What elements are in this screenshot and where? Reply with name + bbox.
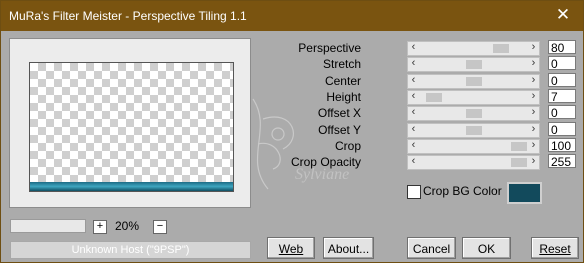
param-slider[interactable]: ‹ › xyxy=(407,138,540,154)
param-slider[interactable]: ‹ › xyxy=(407,122,540,138)
param-value-field[interactable]: 0 xyxy=(548,121,576,137)
chevron-right-icon[interactable]: › xyxy=(528,57,539,69)
chevron-right-icon[interactable]: › xyxy=(528,106,539,118)
window-title: MuRa's Filter Meister - Perspective Tili… xyxy=(9,9,247,23)
chevron-left-icon[interactable]: ‹ xyxy=(408,90,419,102)
web-button-label: Web xyxy=(278,242,304,256)
param-row-crop: Crop ‹ › 100 xyxy=(331,137,584,154)
param-value-field[interactable]: 100 xyxy=(548,137,576,153)
chevron-right-icon[interactable]: › xyxy=(528,123,539,135)
param-slider[interactable]: ‹ › xyxy=(407,41,540,56)
chevron-left-icon[interactable]: ‹ xyxy=(408,139,419,151)
param-label: Stretch xyxy=(322,57,361,72)
param-label: Height xyxy=(326,89,361,104)
param-value-field[interactable]: 80 xyxy=(548,40,576,55)
crop-bg-checkbox[interactable] xyxy=(407,185,421,199)
param-value-field[interactable]: 255 xyxy=(548,154,576,169)
chevron-left-icon[interactable]: ‹ xyxy=(408,57,419,69)
chevron-left-icon[interactable]: ‹ xyxy=(408,41,419,53)
slider-thumb[interactable] xyxy=(511,141,527,151)
param-slider[interactable]: ‹ › xyxy=(407,106,540,122)
param-slider[interactable]: ‹ › xyxy=(407,57,540,73)
slider-thumb[interactable] xyxy=(492,44,509,53)
chevron-left-icon[interactable]: ‹ xyxy=(408,123,419,135)
param-value-field[interactable]: 0 xyxy=(548,56,576,71)
chevron-right-icon[interactable]: › xyxy=(528,90,539,102)
slider-thumb[interactable] xyxy=(465,60,482,70)
param-slider[interactable]: ‹ › xyxy=(407,155,540,171)
zoom-out-button[interactable]: − xyxy=(153,220,167,234)
about-button[interactable]: About... xyxy=(323,237,374,259)
chevron-left-icon[interactable]: ‹ xyxy=(408,106,419,118)
chevron-right-icon[interactable]: › xyxy=(528,139,539,151)
param-row-center: Center ‹ › 0 xyxy=(325,72,584,89)
preview-canvas[interactable] xyxy=(29,62,234,192)
chevron-right-icon[interactable]: › xyxy=(528,155,539,167)
preview-water-strip xyxy=(30,182,233,191)
zoom-track[interactable] xyxy=(10,219,86,233)
param-label: Center xyxy=(324,73,361,88)
close-icon[interactable]: ✕ xyxy=(553,5,573,25)
param-row-crop-opacity: Crop Opacity ‹ › 255 xyxy=(291,154,584,171)
slider-thumb[interactable] xyxy=(426,92,443,102)
param-label: Offset X xyxy=(317,106,361,121)
param-label: Crop Opacity xyxy=(290,155,361,170)
param-value-field[interactable]: 7 xyxy=(548,88,576,104)
param-row-offset-y: Offset Y ‹ › 0 xyxy=(318,121,584,138)
param-slider[interactable]: ‹ › xyxy=(407,73,540,89)
param-value-field[interactable]: 0 xyxy=(548,72,576,88)
crop-bg-label: Crop BG Color xyxy=(423,184,502,198)
reset-button[interactable]: Reset xyxy=(531,237,579,259)
param-value-field[interactable]: 0 xyxy=(548,105,576,120)
crop-bg-color-swatch[interactable] xyxy=(507,182,542,204)
cancel-button[interactable]: Cancel xyxy=(407,237,456,259)
slider-thumb[interactable] xyxy=(465,76,482,86)
param-row-stretch: Stretch ‹ › 0 xyxy=(323,56,584,73)
chevron-right-icon[interactable]: › xyxy=(528,74,539,86)
slider-thumb[interactable] xyxy=(511,158,527,168)
dialog-window: MuRa's Filter Meister - Perspective Tili… xyxy=(0,0,584,263)
chevron-left-icon[interactable]: ‹ xyxy=(408,155,419,167)
param-row-offset-x: Offset X ‹ › 0 xyxy=(318,105,584,122)
param-row-perspective: Perspective ‹ › 80 xyxy=(298,40,584,56)
zoom-in-button[interactable]: + xyxy=(93,220,107,234)
reset-button-label: Reset xyxy=(539,242,571,256)
chevron-right-icon[interactable]: › xyxy=(528,41,539,53)
zoom-level: 20% xyxy=(115,219,140,233)
param-slider[interactable]: ‹ › xyxy=(407,89,540,105)
slider-thumb[interactable] xyxy=(465,109,482,119)
slider-thumb[interactable] xyxy=(465,125,482,135)
web-button[interactable]: Web xyxy=(267,237,315,259)
host-status: Unknown Host ("9PSP") xyxy=(10,241,251,259)
param-row-height: Height ‹ › 7 xyxy=(326,88,584,105)
ok-button[interactable]: OK xyxy=(462,237,511,259)
param-label: Perspective xyxy=(298,41,361,55)
title-bar: MuRa's Filter Meister - Perspective Tili… xyxy=(1,1,583,31)
param-label: Offset Y xyxy=(318,122,361,137)
param-label: Crop xyxy=(334,138,361,153)
chevron-left-icon[interactable]: ‹ xyxy=(408,74,419,86)
